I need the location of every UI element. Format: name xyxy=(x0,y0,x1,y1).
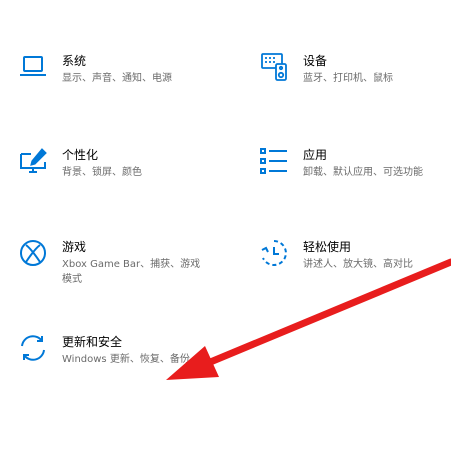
tile-description: 蓝牙、打印机、鼠标 xyxy=(303,73,393,84)
tile-description: 背景、锁屏、颜色 xyxy=(62,167,142,178)
tile-system[interactable]: 系统 显示、声音、通知、电源 xyxy=(18,52,172,86)
tile-devices[interactable]: 设备 蓝牙、打印机、鼠标 xyxy=(259,52,393,86)
tile-apps[interactable]: 应用 卸载、默认应用、可选功能 xyxy=(259,146,423,180)
tile-description-cont: 模式 xyxy=(62,274,82,285)
tile-title: 应用 xyxy=(303,148,328,162)
tile-title: 游戏 xyxy=(62,240,87,254)
tile-description: 讲述人、放大镜、高对比 xyxy=(303,259,413,270)
xbox-icon xyxy=(18,238,48,268)
ease-of-access-icon xyxy=(259,238,289,268)
tile-title: 个性化 xyxy=(62,148,99,162)
laptop-icon xyxy=(18,52,48,82)
devices-icon xyxy=(259,52,289,82)
tile-ease-of-access[interactable]: 轻松使用 讲述人、放大镜、高对比 xyxy=(259,238,413,272)
tile-title: 系统 xyxy=(62,54,87,68)
tile-gaming[interactable]: 游戏 Xbox Game Bar、捕获、游戏 模式 xyxy=(18,238,200,287)
apps-icon xyxy=(259,146,289,176)
update-sync-icon xyxy=(18,333,48,363)
tile-description: Xbox Game Bar、捕获、游戏 xyxy=(62,259,201,270)
tile-personalization[interactable]: 个性化 背景、锁屏、颜色 xyxy=(18,146,142,180)
tile-title: 轻松使用 xyxy=(303,240,352,254)
tile-title: 设备 xyxy=(303,54,328,68)
personalization-icon xyxy=(18,146,48,176)
tile-description: 卸载、默认应用、可选功能 xyxy=(303,167,423,178)
tile-update-security[interactable]: 更新和安全 Windows 更新、恢复、备份 xyxy=(18,333,190,367)
tile-description: 显示、声音、通知、电源 xyxy=(62,73,172,84)
tile-title: 更新和安全 xyxy=(62,335,123,349)
tile-description: Windows 更新、恢复、备份 xyxy=(62,354,190,365)
